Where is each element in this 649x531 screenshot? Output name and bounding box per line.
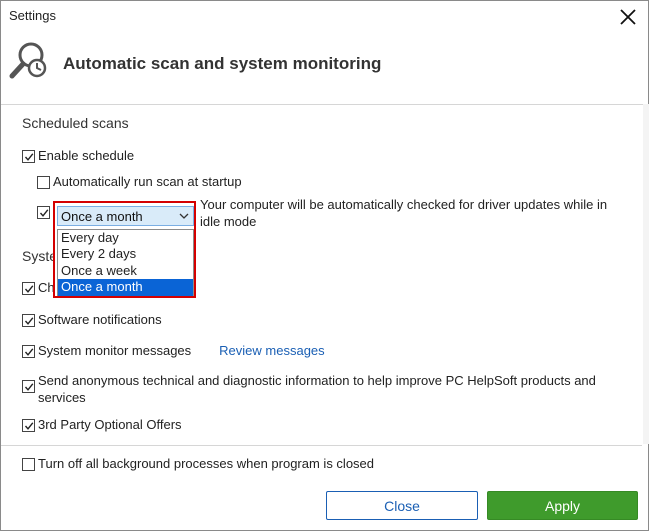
checkbox-unchecked[interactable] — [37, 176, 50, 189]
frequency-select[interactable]: Once a month — [57, 206, 194, 226]
apply-button[interactable]: Apply — [487, 491, 638, 520]
checkbox-checked[interactable] — [22, 380, 35, 393]
frequency-dropdown[interactable]: Once a month Every day Every 2 days Once… — [53, 201, 196, 298]
checkbox-unchecked[interactable] — [22, 458, 35, 471]
third-party-offers-checkbox[interactable]: 3rd Party Optional Offers — [22, 417, 182, 432]
frequency-option-selected[interactable]: Once a month — [58, 279, 193, 296]
close-icon[interactable] — [610, 1, 646, 32]
checkbox-checked[interactable] — [22, 419, 35, 432]
enable-schedule-checkbox[interactable]: Enable schedule — [22, 148, 134, 163]
software-notifications-checkbox[interactable]: Software notifications — [22, 312, 162, 327]
anonymous-info-checkbox[interactable]: Send anonymous technical and diagnostic … — [22, 372, 622, 406]
chevron-down-icon — [179, 213, 189, 219]
magnifier-clock-icon — [7, 38, 51, 82]
turn-off-background-label: Turn off all background processes when p… — [38, 456, 375, 471]
frequency-option[interactable]: Every day — [58, 230, 193, 246]
frequency-description: Your computer will be automatically chec… — [200, 197, 608, 229]
anonymous-info-label: Send anonymous technical and diagnostic … — [38, 373, 596, 405]
checkbox-checked[interactable] — [22, 150, 35, 163]
scheduled-scans-heading: Scheduled scans — [22, 115, 129, 131]
close-button[interactable]: Close — [326, 491, 478, 520]
dialog-header: Automatic scan and system monitoring — [1, 32, 648, 105]
frequency-option[interactable]: Once a week — [58, 263, 193, 279]
checkbox-checked[interactable] — [22, 282, 35, 295]
system-heading-partial: Syste — [22, 248, 58, 264]
third-party-offers-label: 3rd Party Optional Offers — [38, 417, 182, 432]
frequency-checkbox[interactable] — [37, 204, 53, 219]
frequency-option[interactable]: Every 2 days — [58, 246, 193, 262]
checkbox-checked[interactable] — [22, 345, 35, 358]
software-notifications-label: Software notifications — [38, 312, 162, 327]
system-monitor-messages-label: System monitor messages — [38, 343, 192, 358]
window-title: Settings — [9, 8, 56, 23]
turn-off-background-checkbox[interactable]: Turn off all background processes when p… — [22, 456, 374, 471]
scrollbar[interactable] — [643, 104, 649, 444]
checkbox-checked[interactable] — [22, 314, 35, 327]
title-bar: Settings — [1, 1, 648, 32]
enable-schedule-label: Enable schedule — [38, 148, 135, 163]
review-messages-link[interactable]: Review messages — [219, 343, 325, 358]
frequency-options-list: Every day Every 2 days Once a week Once … — [57, 229, 194, 296]
system-checkbox-row1[interactable]: Ch — [22, 280, 55, 295]
run-at-startup-checkbox[interactable]: Automatically run scan at startup — [37, 174, 242, 189]
run-at-startup-label: Automatically run scan at startup — [53, 174, 242, 189]
checkbox-checked[interactable] — [37, 206, 50, 219]
frequency-selected-value: Once a month — [61, 209, 143, 224]
dialog-heading: Automatic scan and system monitoring — [63, 54, 382, 73]
system-monitor-messages-checkbox[interactable]: System monitor messages Review messages — [22, 343, 325, 358]
